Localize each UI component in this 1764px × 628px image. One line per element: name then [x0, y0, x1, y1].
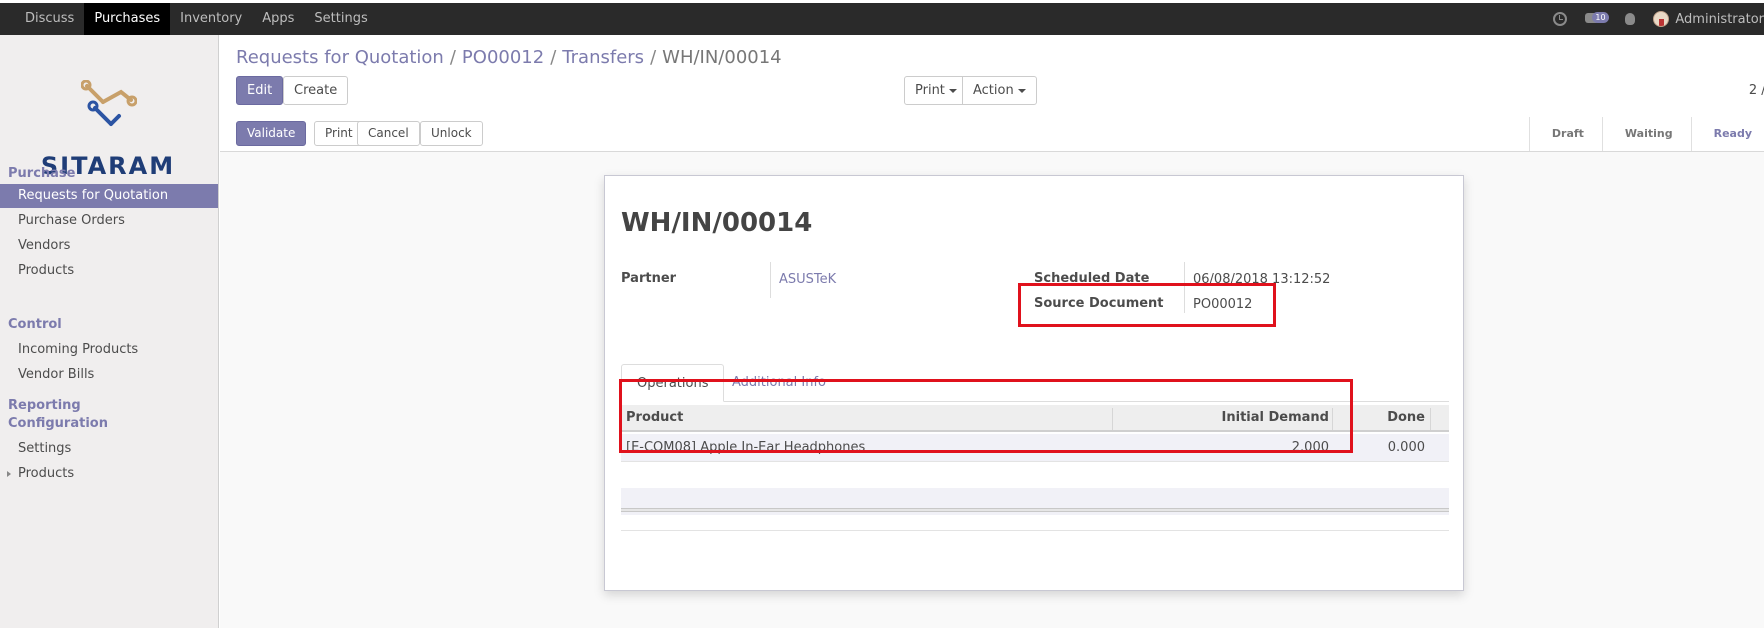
- sidebar-item-label: Products: [18, 466, 75, 481]
- breadcrumb-po[interactable]: PO00012: [462, 47, 544, 68]
- logo-mark-icon: [81, 80, 137, 126]
- validate-button[interactable]: Validate: [236, 121, 307, 146]
- debug-bug-icon[interactable]: [1625, 13, 1636, 25]
- step-waiting: Waiting: [1601, 117, 1691, 151]
- messages-icon[interactable]: 10: [1585, 12, 1609, 25]
- print-dropdown[interactable]: Print: [904, 76, 968, 105]
- sidebar-section-control[interactable]: Control: [8, 317, 62, 332]
- messages-badge: 10: [1592, 12, 1609, 23]
- source-document-highlight: [1018, 283, 1276, 327]
- record-title: WH/IN/00014: [621, 208, 813, 238]
- form-view: WH/IN/00014 Partner ASUSTeK Scheduled Da…: [220, 152, 1764, 628]
- column-done[interactable]: Done: [1387, 405, 1425, 432]
- sidebar-item-vendor-bills[interactable]: Vendor Bills: [0, 363, 218, 387]
- action-dropdown[interactable]: Action: [962, 76, 1037, 105]
- sidebar-item-config-products[interactable]: Products: [0, 462, 218, 486]
- step-draft: Draft: [1528, 117, 1602, 151]
- top-navbar: Discuss Purchases Inventory Apps Setting…: [0, 0, 1764, 35]
- menu-apps[interactable]: Apps: [252, 3, 304, 35]
- form-divider: [621, 530, 1449, 531]
- table-row-empty: [621, 461, 1449, 488]
- cell-done: 0.000: [1387, 440, 1425, 455]
- user-menu[interactable]: Administrator: [1653, 11, 1764, 27]
- menu-discuss[interactable]: Discuss: [15, 3, 84, 35]
- menu-inventory[interactable]: Inventory: [170, 3, 252, 35]
- caret-down-icon: [1017, 88, 1026, 93]
- breadcrumb: Requests for Quotation / PO00012 / Trans…: [236, 47, 782, 68]
- sidebar-item-products[interactable]: Products: [0, 259, 218, 283]
- menu-purchases[interactable]: Purchases: [84, 3, 171, 35]
- sidebar-section-configuration[interactable]: Configuration: [8, 416, 108, 431]
- app-menu: Discuss Purchases Inventory Apps Setting…: [15, 3, 378, 35]
- sidebar: SITARAM Purchase Requests for Quotation …: [0, 35, 219, 628]
- user-avatar: [1653, 11, 1670, 27]
- user-name: Administrator: [1675, 11, 1764, 27]
- table-footer: [621, 508, 1449, 512]
- print-dropdown-label: Print: [915, 83, 945, 98]
- create-button[interactable]: Create: [283, 76, 349, 105]
- partner-label: Partner: [621, 271, 677, 286]
- systray: 10 Administrator: [1553, 3, 1764, 35]
- sidebar-section-purchase[interactable]: Purchase: [8, 166, 75, 181]
- breadcrumb-current: WH/IN/00014: [662, 47, 782, 68]
- sidebar-item-settings[interactable]: Settings: [0, 437, 218, 461]
- sidebar-item-requests-for-quotation[interactable]: Requests for Quotation: [0, 184, 218, 208]
- activity-clock-icon[interactable]: [1553, 12, 1568, 26]
- breadcrumb-transfers[interactable]: Transfers: [562, 47, 644, 68]
- action-dropdown-label: Action: [973, 83, 1014, 98]
- sidebar-item-vendors[interactable]: Vendors: [0, 234, 218, 258]
- unlock-button[interactable]: Unlock: [420, 121, 483, 146]
- menu-settings[interactable]: Settings: [304, 3, 377, 35]
- sidebar-item-incoming-products[interactable]: Incoming Products: [0, 338, 218, 362]
- step-ready: Ready: [1690, 117, 1764, 151]
- breadcrumb-rfq[interactable]: Requests for Quotation: [236, 47, 444, 68]
- company-logo: SITARAM: [23, 80, 193, 180]
- statusbar: Validate Print Cancel Unlock Draft Waiti…: [220, 117, 1764, 152]
- table-highlight: [619, 379, 1353, 453]
- caret-down-icon: [948, 88, 957, 93]
- form-sheet: WH/IN/00014 Partner ASUSTeK Scheduled Da…: [604, 175, 1464, 591]
- partner-field[interactable]: ASUSTeK: [779, 272, 836, 287]
- sidebar-item-purchase-orders[interactable]: Purchase Orders: [0, 209, 218, 233]
- expand-caret-icon: [7, 471, 11, 477]
- sidebar-section-reporting[interactable]: Reporting: [8, 398, 81, 413]
- cancel-button[interactable]: Cancel: [357, 121, 420, 146]
- state-steps: Draft Waiting Ready: [1528, 117, 1764, 151]
- pager-value[interactable]: 2 / 2: [1749, 83, 1764, 98]
- edit-button[interactable]: Edit: [236, 76, 284, 105]
